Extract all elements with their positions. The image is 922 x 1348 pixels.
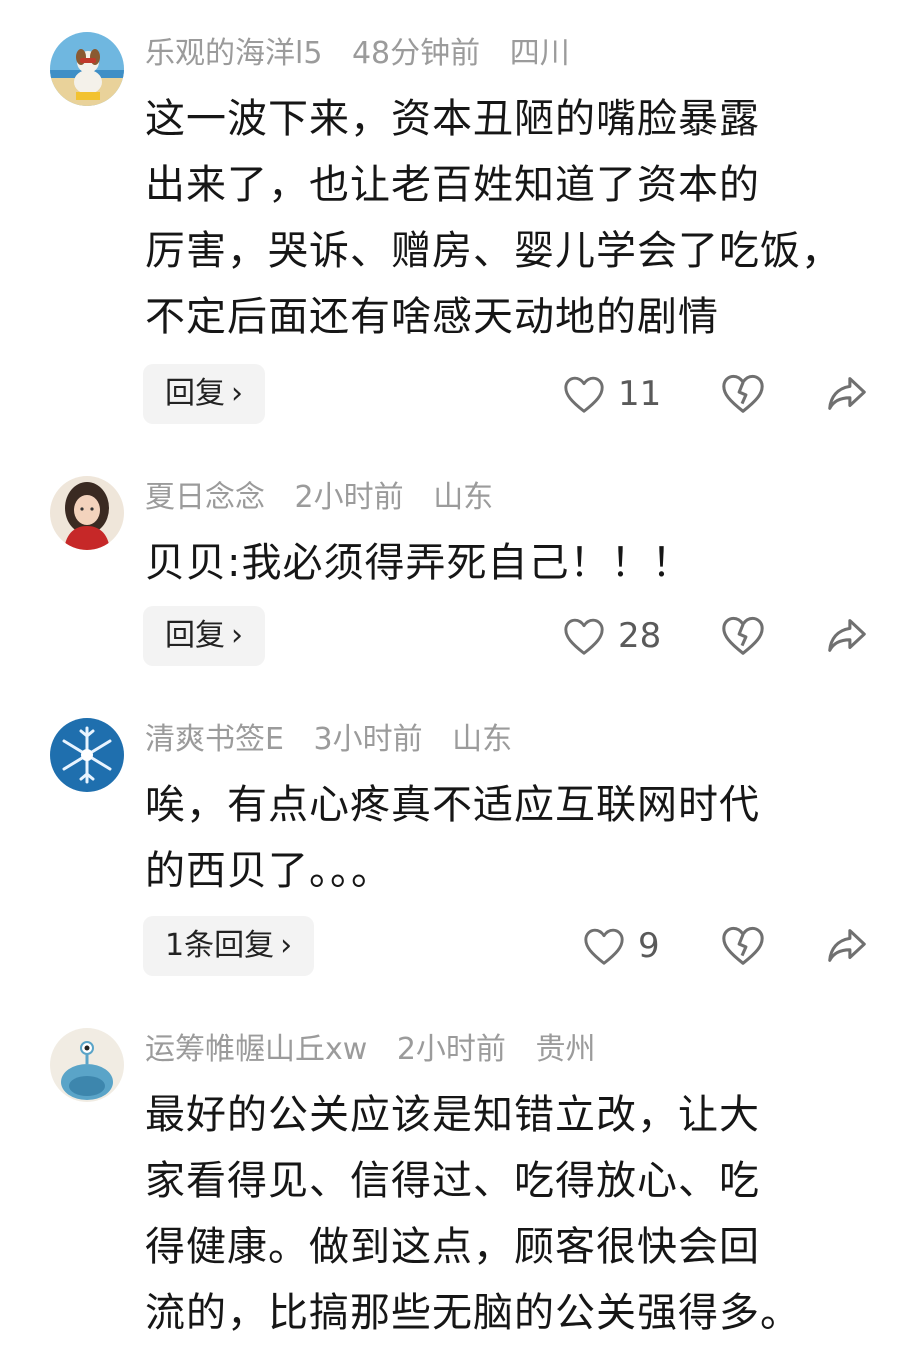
comment-meta: 乐观的海洋l5 48分钟前 四川 (145, 34, 590, 74)
reply-label: 回复 (165, 376, 225, 411)
girl-avatar-image (50, 476, 124, 550)
timestamp: 2小时前 (294, 480, 404, 515)
chevron-right-icon: › (280, 928, 293, 963)
location: 山东 (452, 722, 513, 757)
timestamp: 3小时前 (313, 722, 423, 757)
chevron-right-icon: › (231, 376, 243, 411)
username[interactable]: 清爽书签E (145, 722, 284, 757)
location: 贵州 (535, 1032, 596, 1067)
reply-label: 1条回复 (165, 928, 275, 963)
heart-outline-icon (564, 376, 604, 413)
avatar[interactable] (50, 32, 124, 106)
comment-line: 这一波下来，资本丑陋的嘴脸暴露 (145, 96, 760, 142)
comment-meta: 夏日念念 2小时前 山东 (145, 478, 513, 518)
timestamp: 2小时前 (396, 1032, 506, 1067)
avatar[interactable] (50, 476, 124, 550)
comment-line: 的西贝了。。。 (145, 848, 392, 894)
location: 四川 (509, 36, 570, 71)
dog-avatar-image (50, 32, 124, 106)
broken-heart-icon (722, 374, 764, 413)
creature-avatar-image (50, 1028, 124, 1102)
like-count: 28 (618, 616, 662, 656)
share-arrow-icon (828, 619, 866, 652)
comment-line: 得健康。做到这点，顾客很快会回 (145, 1224, 760, 1270)
like-count: 11 (618, 374, 662, 414)
comment-line: 贝贝:我必须得弄死自己！！！ (145, 540, 693, 586)
comment-line: 唉，有点心疼真不适应互联网时代 (145, 782, 760, 828)
chevron-right-icon: › (231, 618, 243, 653)
snowflake-avatar-image (50, 718, 124, 792)
reply-button[interactable]: 回复 › (143, 606, 265, 666)
comment-line: 最好的公关应该是知错立改，让大 (145, 1092, 760, 1138)
comment-text: 这一波下来，资本丑陋的嘴脸暴露 出来了，也让老百姓知道了资本的 厉害，哭诉、赠房… (145, 86, 885, 350)
username[interactable]: 夏日念念 (145, 480, 265, 515)
heart-outline-icon (564, 618, 604, 655)
comment-meta: 清爽书签E 3小时前 山东 (145, 720, 532, 760)
share-arrow-icon (828, 377, 866, 410)
comment-line: 出来了，也让老百姓知道了资本的 (145, 162, 760, 208)
dislike-button[interactable] (720, 371, 766, 417)
comment-line: 厉害，哭诉、赠房、婴儿学会了吃饭， (145, 228, 842, 274)
share-arrow-icon (828, 929, 866, 962)
reply-thread-button[interactable]: 1条回复 › (143, 916, 315, 976)
broken-heart-icon (722, 926, 764, 965)
share-button[interactable] (824, 613, 870, 659)
like-button[interactable]: 9 (582, 916, 660, 976)
comment-text: 唉，有点心疼真不适应互联网时代 的西贝了。。。 (145, 772, 885, 904)
comment-text: 贝贝:我必须得弄死自己！！！ (145, 530, 885, 596)
timestamp: 48分钟前 (351, 36, 481, 71)
dislike-button[interactable] (720, 613, 766, 659)
like-button[interactable]: 11 (562, 364, 661, 424)
comment-line: 家看得见、信得过、吃得放心、吃 (145, 1158, 760, 1204)
avatar[interactable] (50, 718, 124, 792)
username[interactable]: 运筹帷幄山丘xw (145, 1032, 367, 1067)
dislike-button[interactable] (720, 923, 766, 969)
share-button[interactable] (824, 923, 870, 969)
reply-button[interactable]: 回复 › (143, 364, 265, 424)
comment-meta: 运筹帷幄山丘xw 2小时前 贵州 (145, 1030, 615, 1070)
comment-text: 最好的公关应该是知错立改，让大 家看得见、信得过、吃得放心、吃 得健康。做到这点… (145, 1082, 885, 1346)
avatar[interactable] (50, 1028, 124, 1102)
comment-line: 不定后面还有啥感天动地的剧情 (145, 294, 719, 340)
like-button[interactable]: 28 (562, 606, 661, 666)
location: 山东 (433, 480, 494, 515)
like-count: 9 (638, 926, 660, 966)
reply-label: 回复 (165, 618, 225, 653)
share-button[interactable] (824, 371, 870, 417)
comment-line: 流的，比搞那些无脑的公关强得多。 (145, 1290, 801, 1336)
username[interactable]: 乐观的海洋l5 (145, 36, 322, 71)
heart-outline-icon (584, 928, 624, 965)
broken-heart-icon (722, 616, 764, 655)
